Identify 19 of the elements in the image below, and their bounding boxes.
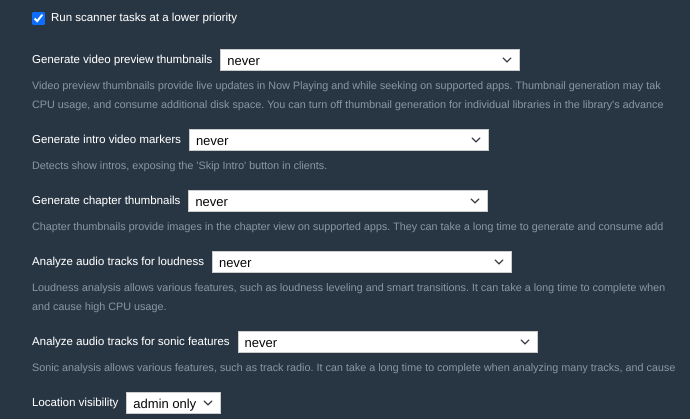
setting-description: Loudness analysis allows various features, such as loudness leveling and smart transitions. It can take a long time to complete when and cause high CPU usage.	[32, 281, 666, 316]
dropdown[interactable]: never	[188, 190, 488, 212]
setting-label: Analyze audio tracks for sonic features	[32, 334, 230, 350]
checkbox-label: Run scanner tasks at a lower priority	[51, 11, 237, 26]
checkbox[interactable]	[32, 12, 45, 26]
dropdown[interactable]: never	[238, 331, 538, 354]
setting-label: Analyze audio tracks for loudness	[32, 254, 204, 270]
setting-label: Generate intro video markers	[32, 132, 181, 148]
setting-description: Chapter thumbnails provide images in the chapter view on supported apps. They can take a long time to generate and consume add	[32, 220, 664, 236]
dropdown[interactable]: admin only	[126, 392, 222, 414]
dropdown[interactable]: never	[212, 251, 512, 274]
setting-description: Sonic analysis allows various features, such as track radio. It can take a long time to complete when analyzing many tracks, and cause	[32, 361, 676, 376]
setting-label: Location visibility	[32, 396, 118, 411]
setting-label: Generate chapter thumbnails	[32, 194, 180, 209]
setting-description: Video preview thumbnails provide live updates in Now Playing and while seeking on supported apps. Thumbnail generation may tak CPU usage, and consume additional disk space. You can turn off thumbnail generation for individual libraries in the library's advance	[32, 79, 664, 114]
setting-label: Generate video preview thumbnails	[32, 52, 212, 68]
dropdown[interactable]: never	[188, 129, 489, 152]
dropdown[interactable]: never	[220, 49, 520, 72]
setting-description: Detects show intros, exposing the 'Skip Intro' button in clients.	[32, 159, 328, 174]
